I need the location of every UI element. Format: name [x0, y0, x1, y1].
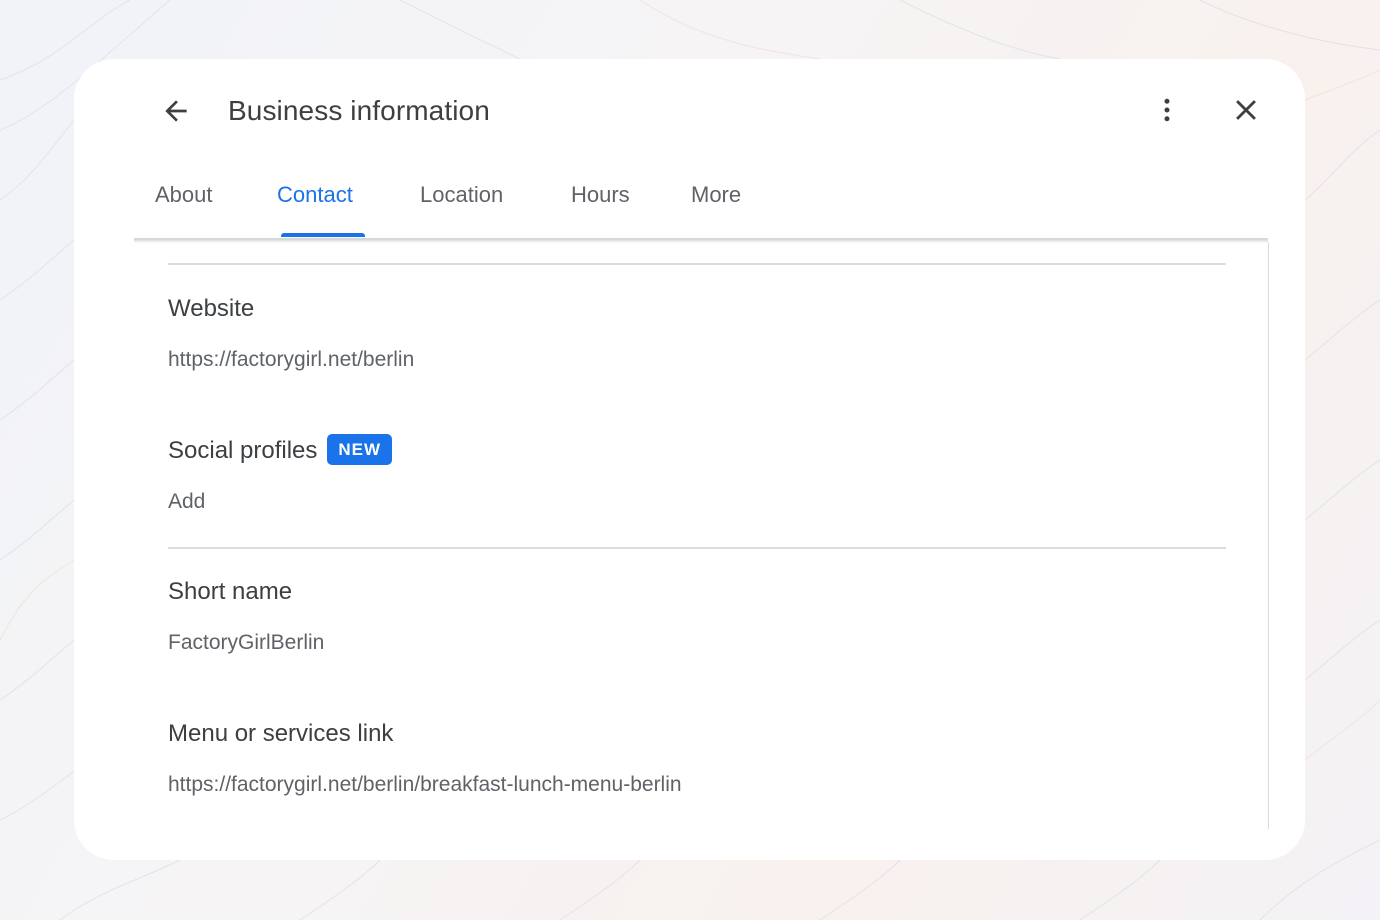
social-profiles-add-link[interactable]: Add — [168, 487, 205, 517]
tab-bar: About Contact Location Hours More — [134, 172, 1268, 238]
tab-about[interactable]: About — [155, 172, 213, 238]
back-button[interactable] — [152, 89, 200, 133]
business-info-dialog: Business information About Contact Locat… — [74, 59, 1305, 860]
tab-more[interactable]: More — [691, 172, 741, 238]
contact-section: Website https://factorygirl.net/berlin S… — [134, 242, 1269, 829]
short-name-label: Short name — [168, 578, 293, 605]
tab-location[interactable]: Location — [420, 172, 503, 238]
tab-hours[interactable]: Hours — [571, 172, 630, 238]
more-options-button[interactable] — [1145, 87, 1189, 133]
website-value[interactable]: https://factorygirl.net/berlin — [168, 345, 414, 375]
social-profiles-label: Social profiles NEW — [168, 434, 393, 468]
close-button[interactable] — [1223, 87, 1269, 133]
section-divider — [168, 263, 1226, 265]
social-profiles-label-text: Social profiles — [168, 437, 318, 464]
section-divider — [168, 547, 1226, 549]
menu-link-label: Menu or services link — [168, 720, 394, 747]
more-vert-icon — [1164, 98, 1170, 122]
tab-contact[interactable]: Contact — [277, 172, 353, 238]
website-label: Website — [168, 295, 255, 322]
arrow-back-icon — [165, 100, 187, 122]
dialog-title: Business information — [228, 95, 490, 126]
menu-link-value[interactable]: https://factorygirl.net/berlin/breakfast… — [168, 770, 682, 800]
new-badge: NEW — [327, 434, 393, 465]
short-name-value[interactable]: FactoryGirlBerlin — [168, 628, 324, 658]
close-icon — [1236, 100, 1256, 120]
active-tab-indicator — [281, 233, 365, 237]
